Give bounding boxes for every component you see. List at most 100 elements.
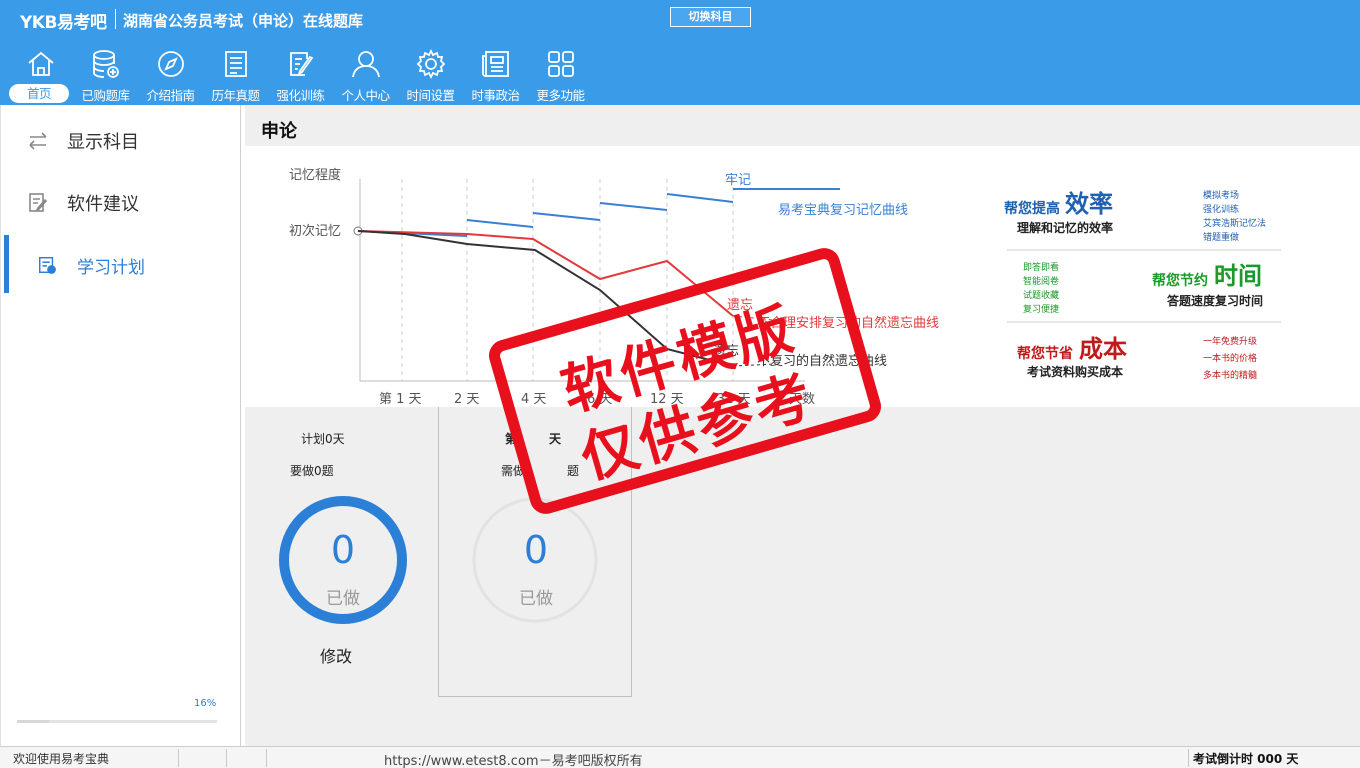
main-panel: 申论 记忆程度 初次记忆 牢记 易考宝典复习记忆曲线 遗忘 不合理安排复习的自然… [245,105,1360,746]
swap-icon [27,130,49,152]
nav-label: 强化训练 [276,88,325,103]
active-indicator [4,235,9,293]
nav-label: 介绍指南 [146,88,195,103]
nav-label: 时事政治 [471,88,520,103]
nav-item-personal[interactable]: 个人中心 [333,48,398,104]
status-welcome: 欢迎使用易考宝典 [13,752,110,766]
x-tick-label: 4 天 [521,392,546,407]
gear-icon [415,48,447,80]
grid-lines [401,179,734,381]
promo-cost-item: 多本书的精髓 [1203,369,1257,381]
promo-time-sub: 答题速度复习时间 [1167,293,1263,308]
promo-efficiency-item: 模拟考场 [1203,189,1239,201]
sidebar: 显示科目 软件建议 学习计划 16% [0,105,241,746]
nav-item-purchased[interactable]: 已购题库 [73,48,138,104]
status-divider [226,749,227,767]
promo-cost: 帮您节省 成本 考试资料购买成本 一年免费升级 一本书的价格 多本书的精髓 [1017,335,1257,381]
nav-label: 时间设置 [406,88,455,103]
status-divider [1188,749,1189,767]
promo-time-big: 时间 [1214,262,1262,290]
y-label-initial: 初次记忆 [289,223,341,239]
nav-label: 首页 [9,84,69,103]
promo-efficiency: 帮您提高 效率 理解和记忆的效率 模拟考场 强化训练 艾宾浩斯记忆法 错题重做 [1004,189,1266,243]
nav-item-more[interactable]: 更多功能 [528,48,593,104]
progress-percent: 16% [194,698,217,709]
status-divider [266,749,267,767]
nav-item-time-settings[interactable]: 时间设置 [398,48,463,104]
app-window: YKB易考吧 湖南省公务员考试（申论）在线题库 切换科目 首页 已购题库 介绍指… [0,0,1360,768]
edit-icon [285,48,317,80]
promo-efficiency-item: 错题重做 [1203,231,1239,243]
red-curve [357,230,734,317]
promo-time-prefix: 帮您节约 [1152,272,1208,289]
black-curve [357,230,734,367]
promo-efficiency-big: 效率 [1065,190,1113,218]
day-done-label: 已做 [519,589,553,609]
day-suffix: 天 [549,432,562,446]
sidebar-item-label: 软件建议 [67,194,139,215]
sidebar-item-show-subjects[interactable]: 显示科目 [1,115,241,165]
promo-efficiency-sub: 理解和记忆的效率 [1017,220,1113,235]
promo-time: 即答即看 智能阅卷 试题收藏 复习便捷 帮您节约 时间 答题速度复习时间 [1023,261,1263,315]
status-divider [178,749,179,767]
nav-label: 更多功能 [536,88,585,103]
annotation-forget-2: 遗忘 [713,344,739,359]
promo-cost-prefix: 帮您节省 [1017,345,1073,362]
promo-time-item: 智能阅卷 [1023,275,1059,287]
promo-efficiency-item: 强化训练 [1203,203,1239,215]
x-tick-labels: 第 1 天 2 天 4 天 6 天 12 天 31 天 天数 [379,392,815,407]
sidebar-item-label: 学习计划 [77,258,145,278]
plan-icon [37,255,59,277]
status-copyright: https://www.etest8.com－易考吧版权所有 [384,754,643,768]
nav-label: 历年真题 [211,88,260,103]
brand-divider [115,9,116,29]
main-nav: 首页 已购题库 介绍指南 历年真题 强化训练 个人中心 时间设置 时事政治 更多… [8,48,593,104]
promo-time-item: 试题收藏 [1023,289,1059,301]
progress-bar [17,720,217,723]
promo-efficiency-prefix: 帮您提高 [1004,200,1060,217]
day-done-count: 0 [523,528,549,572]
user-icon [350,48,382,80]
day-card: 第 天 需做 题 0 已做 [438,407,632,697]
plan-questions: 要做0题 [290,464,334,478]
header: YKB易考吧 湖南省公务员考试（申论）在线题库 切换科目 首页 已购题库 介绍指… [0,0,1360,105]
list-icon [220,48,252,80]
plan-done-label: 已做 [326,589,360,609]
sidebar-item-suggestions[interactable]: 软件建议 [1,177,241,227]
status-bar: 欢迎使用易考宝典 https://www.etest8.com－易考吧版权所有 … [0,746,1360,768]
nav-item-past-exams[interactable]: 历年真题 [203,48,268,104]
page-title: 申论 [261,121,297,142]
modify-plan-button[interactable]: 修改 [320,643,352,667]
need-suffix: 题 [567,464,580,478]
exam-countdown: 考试倒计时 000 天 [1193,752,1299,766]
sidebar-item-study-plan[interactable]: 学习计划 [1,235,241,293]
promo-cost-sub: 考试资料购买成本 [1027,364,1123,379]
promo-time-item: 即答即看 [1023,261,1059,273]
app-title: 湖南省公务员考试（申论）在线题库 [123,12,364,30]
sidebar-item-label: 显示科目 [67,132,139,153]
nav-label: 已购题库 [81,88,130,103]
progress-fill [17,720,49,723]
home-icon [25,48,57,80]
annotation-firm: 牢记 [725,173,751,188]
nav-item-home[interactable]: 首页 [8,48,73,104]
database-icon [90,48,122,80]
promo-cost-item: 一本书的价格 [1203,352,1257,364]
annotation-forget: 遗忘 [727,298,753,313]
plan-days: 计划0天 [301,432,345,446]
memory-curve-chart: 记忆程度 初次记忆 牢记 易考宝典复习记忆曲线 遗忘 不合理安排复习的自然遗忘曲… [289,167,1281,407]
note-icon [27,192,49,214]
need-prefix: 需做 [501,464,526,478]
annotation-red-line: 不合理安排复习的自然遗忘曲线 [757,315,939,331]
promo-time-item: 复习便捷 [1023,303,1059,315]
x-tick-label: 12 天 [650,392,684,407]
promo-efficiency-item: 艾宾浩斯记忆法 [1203,217,1266,229]
nav-label: 个人中心 [341,88,390,103]
news-icon [480,48,512,80]
switch-subject-button[interactable]: 切换科目 [670,7,751,27]
nav-item-training[interactable]: 强化训练 [268,48,333,104]
nav-item-guide[interactable]: 介绍指南 [138,48,203,104]
annotation-blue-line: 易考宝典复习记忆曲线 [778,202,908,218]
day-prefix: 第 [505,432,518,446]
nav-item-current-affairs[interactable]: 时事政治 [463,48,528,104]
